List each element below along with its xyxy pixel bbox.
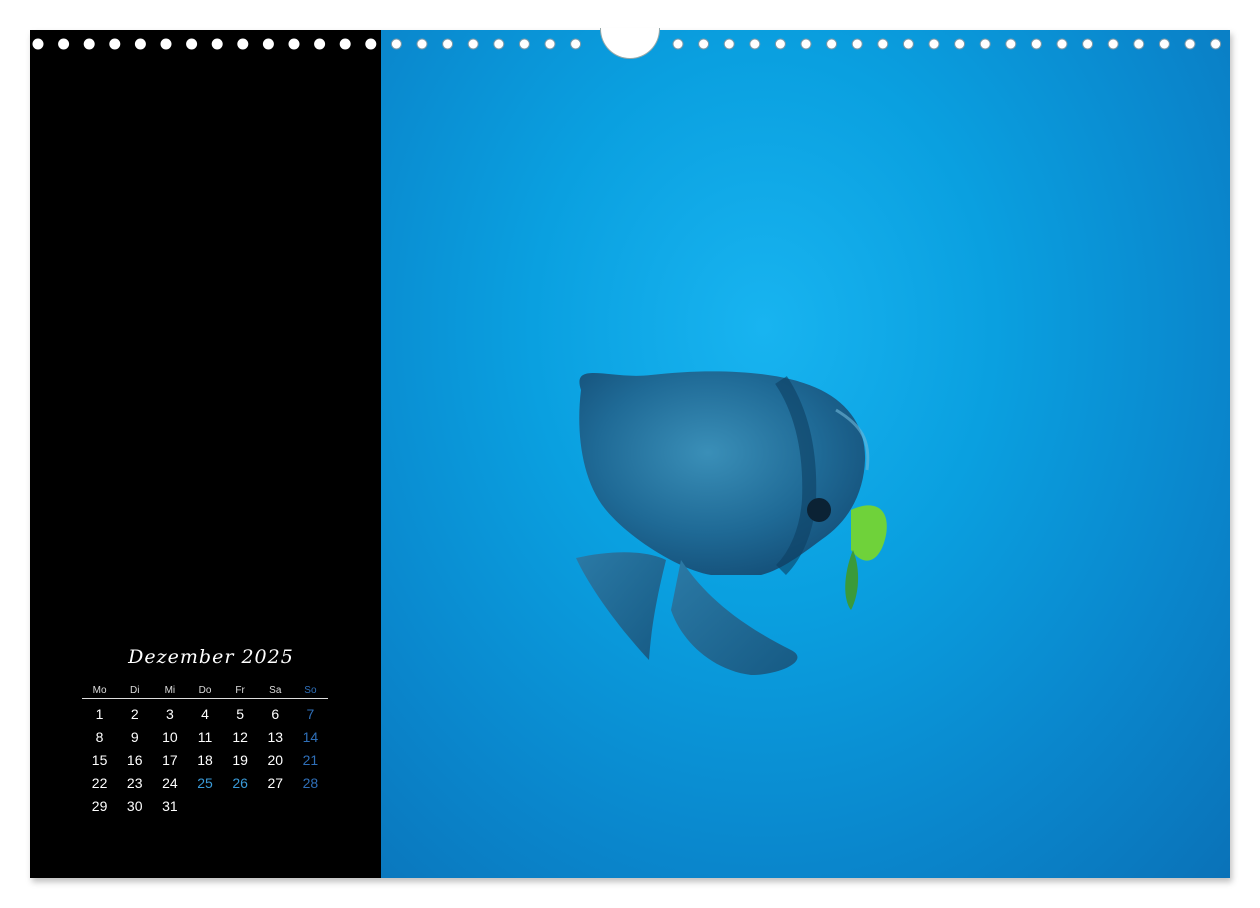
calendar-day xyxy=(187,794,222,817)
weekday-label: Do xyxy=(187,682,223,699)
calendar-grid: Mo Di Mi Do Fr Sa So 1 2 3 4 5 6 7 8 9 10 11 12 13 14… xyxy=(82,682,328,817)
weekday-label: Fr xyxy=(222,682,258,699)
weekday-header: Mo Di Mi Do Fr Sa So xyxy=(82,682,328,699)
calendar-day: 23 xyxy=(126,774,143,791)
weekday-label: Mo xyxy=(82,682,118,699)
fish-mouth xyxy=(851,505,887,561)
underwater-photo xyxy=(381,30,1230,878)
calendar-day: 29 xyxy=(91,797,108,814)
calendar-day: 6 xyxy=(271,705,280,722)
calendar-day: 2 xyxy=(130,705,139,722)
calendar-week: 29 30 31 xyxy=(82,794,328,817)
calendar-day: 12 xyxy=(232,728,248,745)
weekday-label: Mi xyxy=(152,682,188,699)
fish-tail-fin xyxy=(576,552,666,660)
calendar-day: 25 xyxy=(197,774,213,791)
calendar-day: 17 xyxy=(162,751,178,768)
weekday-label: So xyxy=(292,682,328,699)
calendar-day: 1 xyxy=(95,705,104,722)
calendar-day: 7 xyxy=(306,705,315,722)
calendar-day: 19 xyxy=(232,751,248,768)
calendar-day: 3 xyxy=(165,705,174,722)
calendar-day xyxy=(223,794,258,817)
fish-eye xyxy=(807,498,831,522)
calendar-day: 21 xyxy=(302,751,319,768)
calendar-day: 14 xyxy=(302,728,319,745)
calendar-day: 11 xyxy=(197,728,213,745)
month-title: Dezember 2025 xyxy=(128,646,294,668)
calendar-day: 4 xyxy=(201,705,209,722)
calendar-day: 9 xyxy=(130,728,139,745)
calendar-day: 15 xyxy=(91,751,108,768)
batfish-image xyxy=(576,371,887,675)
calendar-day: 30 xyxy=(126,797,143,814)
calendar-day: 10 xyxy=(162,728,178,745)
calendar-day xyxy=(293,794,328,817)
calendar-day: 31 xyxy=(162,797,178,814)
month-calendar: Dezember 2025 Mo Di Mi Do Fr Sa So 12345… xyxy=(82,646,332,817)
calendar-day: 5 xyxy=(236,705,245,722)
calendar-page: Dezember 2025 Mo Di Mi Do Fr Sa So 12345… xyxy=(30,30,1230,878)
calendar-day: 27 xyxy=(267,774,284,791)
fish-body xyxy=(579,371,866,575)
calendar-day xyxy=(258,794,293,817)
weekday-label: Di xyxy=(117,682,153,699)
calendar-day: 18 xyxy=(197,751,213,768)
calendar-day: 28 xyxy=(302,774,319,791)
calendar-week: 1 2 3 4 5 6 7 xyxy=(82,699,328,726)
calendar-day: 24 xyxy=(162,774,178,791)
calendar-day: 22 xyxy=(91,774,108,791)
calendar-day: 16 xyxy=(126,751,143,768)
calendar-day: 26 xyxy=(232,774,248,791)
weekday-label: Sa xyxy=(257,682,293,699)
calendar-week: 22 23 24 25 26 27 28 xyxy=(82,771,328,794)
calendar-week: 8 9 10 11 12 13 14 xyxy=(82,725,328,748)
calendar-week: 15 16 17 18 19 20 21 xyxy=(82,748,328,771)
calendar-day: 8 xyxy=(95,728,104,745)
fish-lower-fin xyxy=(671,560,798,675)
calendar-day: 13 xyxy=(267,728,284,745)
calendar-day: 20 xyxy=(267,751,284,768)
